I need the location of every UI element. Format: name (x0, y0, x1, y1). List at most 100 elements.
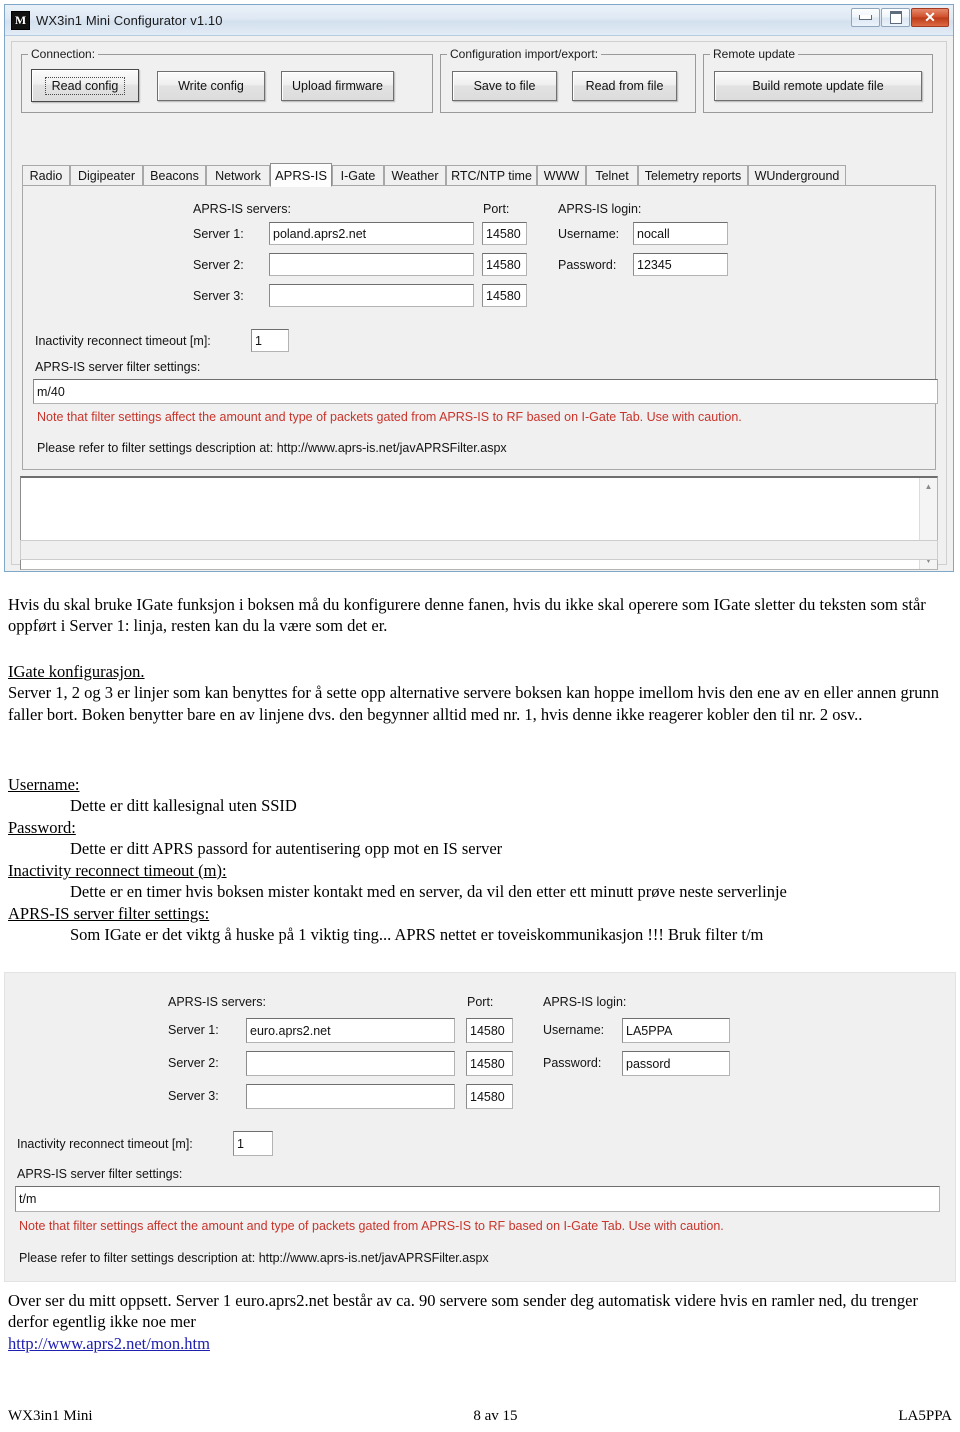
password-label: Password: (558, 258, 617, 272)
configurator-screenshot-2: APRS-IS servers: Port: APRS-IS login: Se… (4, 972, 956, 1282)
tab-beacons[interactable]: Beacons (143, 165, 206, 186)
port2-input-2[interactable]: 14580 (466, 1051, 513, 1076)
maximize-button[interactable] (881, 8, 910, 27)
port3-input-2[interactable]: 14580 (466, 1084, 513, 1109)
footer-right: LA5PPA (898, 1408, 952, 1424)
doc-password-text: Dette er ditt APRS passord for autentise… (70, 839, 503, 859)
timeout-input-2[interactable]: 1 (233, 1131, 273, 1156)
password-input-2[interactable]: passord (622, 1051, 730, 1076)
login-header-label: APRS-IS login: (558, 202, 642, 216)
tab-label: APRS-IS (275, 167, 328, 183)
tab-label: Telnet (595, 169, 629, 183)
filter-reference-note-2: Please refer to filter settings descript… (19, 1251, 489, 1265)
port1-input-2[interactable]: 14580 (466, 1018, 513, 1043)
doc-closing-block: Over ser du mitt oppsett. Server 1 euro.… (8, 1290, 952, 1354)
tab-strip: Radio Digipeater Beacons Network APRS-IS… (22, 163, 936, 187)
port2-input[interactable]: 14580 (482, 253, 527, 276)
servers-header-label-2: APRS-IS servers: (168, 995, 266, 1009)
upload-firmware-label: Upload firmware (291, 79, 383, 93)
timeout-label-2: Inactivity reconnect timeout [m]: (17, 1137, 193, 1151)
remote-update-group: Remote update Build remote update file (703, 47, 933, 113)
doc-filter-heading: APRS-IS server filter settings: (8, 903, 210, 923)
tab-aprs-is[interactable]: APRS-IS (270, 163, 332, 187)
server1-input[interactable]: poland.aprs2.net (269, 222, 474, 245)
upload-firmware-button[interactable]: Upload firmware (281, 71, 394, 101)
tab-label: Network (215, 169, 261, 183)
filter-warning-note: Note that filter settings affect the amo… (37, 410, 742, 424)
app-logo-icon: M (11, 10, 30, 30)
write-config-label: Write config (178, 79, 244, 93)
tab-telnet[interactable]: Telnet (586, 165, 638, 186)
import-export-group-label: Configuration import/export: (447, 47, 602, 61)
filter-settings-input-2[interactable]: t/m (15, 1186, 940, 1212)
tab-radio[interactable]: Radio (22, 165, 70, 186)
tab-label: Beacons (150, 169, 199, 183)
username-label-2: Username: (543, 1023, 605, 1037)
server1-input-2[interactable]: euro.aprs2.net (246, 1018, 455, 1043)
window-client-area: Connection: Read config Write config Upl… (11, 41, 947, 570)
write-config-button[interactable]: Write config (157, 71, 265, 101)
filter-settings-label-2: APRS-IS server filter settings: (17, 1167, 183, 1181)
tab-digipeater[interactable]: Digipeater (70, 165, 143, 186)
scroll-up-icon[interactable]: ▲ (920, 478, 937, 495)
tab-i-gate[interactable]: I-Gate (332, 165, 384, 186)
tab-label: Radio (29, 169, 63, 183)
doc-fields-block: Username: Dette er ditt kallesignal uten… (8, 774, 952, 946)
username-input-2[interactable]: LA5PPA (622, 1018, 730, 1043)
save-to-file-button[interactable]: Save to file (452, 71, 557, 101)
tab-label: I-Gate (340, 169, 376, 183)
read-from-file-button[interactable]: Read from file (572, 71, 677, 101)
doc-intro-block: Hvis du skal bruke IGate funksjon i boks… (8, 594, 952, 637)
build-remote-update-label: Build remote update file (752, 79, 884, 93)
tab-label: WWW (543, 169, 580, 183)
server3-label: Server 3: (193, 289, 244, 303)
read-config-label: Read config (44, 76, 126, 95)
timeout-input[interactable]: 1 (251, 329, 289, 352)
server2-label-2: Server 2: (168, 1056, 219, 1070)
status-bar (20, 540, 938, 560)
tab-network[interactable]: Network (206, 165, 270, 186)
configurator-window: M WX3in1 Mini Configurator v1.10 ✕ Conne… (4, 4, 954, 572)
aprs-is-tab-panel: APRS-IS servers: Port: APRS-IS login: Se… (22, 185, 938, 470)
aprs2-mon-link[interactable]: http://www.aprs2.net/mon.htm (8, 1334, 210, 1353)
filter-reference-note: Please refer to filter settings descript… (37, 441, 507, 455)
server2-input[interactable] (269, 253, 474, 276)
password-input[interactable]: 12345 (633, 253, 728, 276)
doc-filter-text: Som IGate er det viktg å huske på 1 vikt… (70, 925, 764, 945)
filter-settings-input[interactable]: m/40 (33, 379, 938, 404)
username-input[interactable]: nocall (633, 222, 728, 245)
doc-closing-paragraph: Over ser du mitt oppsett. Server 1 euro.… (8, 1291, 918, 1332)
import-export-group: Configuration import/export: Save to fil… (440, 47, 696, 113)
read-config-button[interactable]: Read config (31, 69, 139, 102)
remote-update-group-label: Remote update (710, 47, 799, 61)
tab-weather[interactable]: Weather (384, 165, 446, 186)
server3-input-2[interactable] (246, 1084, 455, 1109)
window-title: WX3in1 Mini Configurator v1.10 (36, 12, 223, 28)
tab-rtc-ntp-time[interactable]: RTC/NTP time (446, 165, 537, 186)
server3-label-2: Server 3: (168, 1089, 219, 1103)
tab-label: Telemetry reports (644, 169, 742, 183)
tab-label: Weather (391, 169, 439, 183)
tab-telemetry-reports[interactable]: Telemetry reports (638, 165, 748, 186)
filter-settings-label: APRS-IS server filter settings: (35, 360, 201, 374)
server3-input[interactable] (269, 284, 474, 307)
read-from-file-label: Read from file (585, 79, 664, 93)
doc-timeout-text: Dette er en timer hvis boksen mister kon… (70, 882, 787, 902)
close-button[interactable]: ✕ (911, 8, 949, 27)
server1-label: Server 1: (193, 227, 244, 241)
footer-center: 8 av 15 (473, 1408, 518, 1424)
port-header-label-2: Port: (467, 995, 494, 1009)
doc-password-heading: Password: (8, 817, 76, 837)
port3-input[interactable]: 14580 (482, 284, 527, 307)
doc-username-heading: Username: (8, 775, 80, 794)
tab-www[interactable]: WWW (537, 165, 586, 186)
server2-input-2[interactable] (246, 1051, 455, 1076)
save-to-file-label: Save to file (473, 79, 536, 93)
port1-input[interactable]: 14580 (482, 222, 527, 245)
doc-username-text: Dette er ditt kallesignal uten SSID (70, 796, 297, 816)
build-remote-update-button[interactable]: Build remote update file (714, 71, 922, 101)
tab-wunderground[interactable]: WUnderground (748, 165, 846, 186)
minimize-button[interactable] (851, 8, 880, 27)
login-header-label-2: APRS-IS login: (543, 995, 627, 1009)
doc-igate-heading: IGate konfigurasjon. (8, 662, 145, 681)
